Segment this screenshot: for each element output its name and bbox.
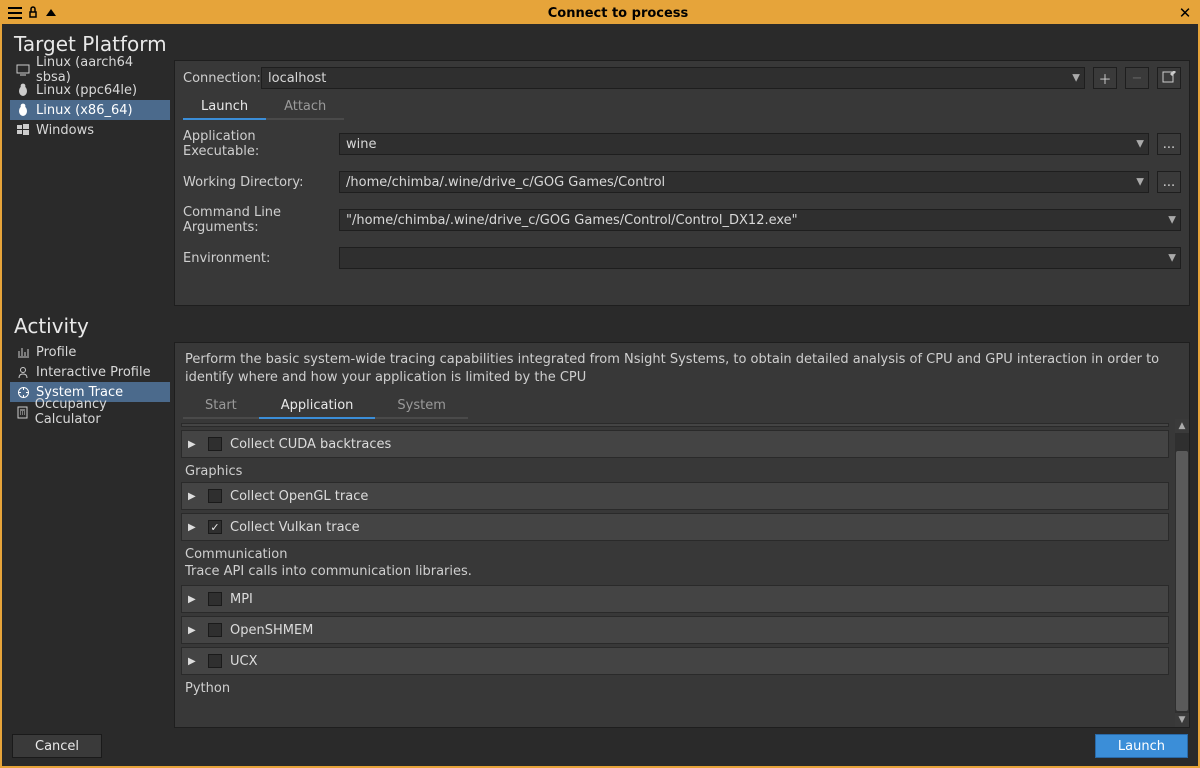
remove-connection-button[interactable]: −: [1125, 67, 1149, 89]
chevron-down-icon: ▼: [1072, 73, 1080, 84]
option-label: OpenSHMEM: [230, 623, 313, 638]
edit-connection-button[interactable]: [1157, 67, 1181, 89]
activity-heading: Activity: [14, 314, 1190, 338]
option-label: Collect Vulkan trace: [230, 520, 360, 535]
chevron-down-icon: ▼: [1136, 139, 1144, 150]
expand-icon[interactable]: ▶: [188, 656, 200, 667]
tab-application[interactable]: Application: [259, 394, 376, 419]
option-openshmem[interactable]: ▶ OpenSHMEM: [181, 616, 1169, 644]
clipped-row: [181, 423, 1169, 427]
target-platform-heading: Target Platform: [14, 32, 1190, 56]
activity-occupancy-calculator[interactable]: Occupancy Calculator: [10, 402, 170, 422]
option-mpi[interactable]: ▶ MPI: [181, 585, 1169, 613]
close-icon[interactable]: ✕: [1176, 4, 1194, 22]
platform-linux-aarch64[interactable]: Linux (aarch64 sbsa): [10, 60, 170, 80]
option-vulkan-trace[interactable]: ▶ Collect Vulkan trace: [181, 513, 1169, 541]
activity-label: Occupancy Calculator: [35, 397, 164, 427]
checkbox-mpi[interactable]: [208, 592, 222, 606]
activity-label: Interactive Profile: [36, 365, 151, 380]
platform-sidebar: Linux (aarch64 sbsa) Linux (ppc64le) Lin…: [10, 60, 170, 306]
category-graphics: Graphics: [185, 464, 1165, 479]
exec-label: Application Executable:: [183, 129, 331, 159]
target-icon: [16, 385, 30, 399]
activity-description: Perform the basic system-wide tracing ca…: [175, 343, 1189, 394]
scrollbar[interactable]: ▲ ▼: [1175, 419, 1189, 727]
connection-value: localhost: [268, 71, 326, 86]
expand-icon[interactable]: ▶: [188, 522, 200, 533]
platform-linux-x86-64[interactable]: Linux (x86_64): [10, 100, 170, 120]
option-label: MPI: [230, 592, 253, 607]
category-python: Python: [185, 681, 1165, 696]
chevron-down-icon: ▼: [1168, 215, 1176, 226]
expand-icon[interactable]: ▶: [188, 439, 200, 450]
pin-icon[interactable]: [24, 4, 42, 22]
platform-label: Linux (ppc64le): [36, 83, 137, 98]
scroll-thumb[interactable]: [1176, 451, 1188, 711]
option-opengl-trace[interactable]: ▶ Collect OpenGL trace: [181, 482, 1169, 510]
platform-label: Windows: [36, 123, 94, 138]
chart-icon: [16, 345, 30, 359]
checkbox-opengl[interactable]: [208, 489, 222, 503]
chevron-down-icon: ▼: [1136, 177, 1144, 188]
wd-label: Working Directory:: [183, 175, 331, 190]
penguin-icon: [16, 103, 30, 117]
checkbox-openshmem[interactable]: [208, 623, 222, 637]
activity-interactive-profile[interactable]: Interactive Profile: [10, 362, 170, 382]
windows-icon: [16, 123, 30, 137]
expand-icon[interactable]: ▶: [188, 625, 200, 636]
wd-input[interactable]: /home/chimba/.wine/drive_c/GOG Games/Con…: [339, 171, 1149, 193]
rollup-icon[interactable]: [42, 4, 60, 22]
option-label: Collect CUDA backtraces: [230, 437, 391, 452]
env-label: Environment:: [183, 251, 331, 266]
args-label: Command Line Arguments:: [183, 205, 331, 235]
browse-exec-button[interactable]: ...: [1157, 133, 1181, 155]
activity-profile[interactable]: Profile: [10, 342, 170, 362]
checkbox-ucx[interactable]: [208, 654, 222, 668]
env-input[interactable]: ▼: [339, 247, 1181, 269]
calculator-icon: [16, 405, 29, 419]
tab-attach[interactable]: Attach: [266, 95, 344, 120]
category-communication: Communication: [185, 547, 1165, 562]
platform-label: Linux (x86_64): [36, 103, 133, 118]
person-icon: [16, 365, 30, 379]
connection-combo[interactable]: localhost ▼: [261, 67, 1085, 89]
browse-wd-button[interactable]: ...: [1157, 171, 1181, 193]
titlebar: Connect to process ✕: [2, 2, 1198, 24]
menu-icon[interactable]: [6, 4, 24, 22]
connection-label: Connection:: [183, 71, 253, 86]
exec-input[interactable]: wine ▼: [339, 133, 1149, 155]
args-input[interactable]: "/home/chimba/.wine/drive_c/GOG Games/Co…: [339, 209, 1181, 231]
platform-label: Linux (aarch64 sbsa): [36, 55, 164, 85]
penguin-icon: [16, 83, 30, 97]
tab-start[interactable]: Start: [183, 394, 259, 419]
platform-windows[interactable]: Windows: [10, 120, 170, 140]
add-connection-button[interactable]: ＋: [1093, 67, 1117, 89]
scroll-down-icon[interactable]: ▼: [1175, 713, 1189, 727]
tab-launch[interactable]: Launch: [183, 95, 266, 120]
expand-icon[interactable]: ▶: [188, 594, 200, 605]
checkbox-cuda-backtraces[interactable]: [208, 437, 222, 451]
activity-sidebar: Profile Interactive Profile System Trace…: [10, 342, 170, 728]
option-ucx[interactable]: ▶ UCX: [181, 647, 1169, 675]
monitor-icon: [16, 63, 30, 77]
tab-system[interactable]: System: [375, 394, 467, 419]
cancel-button[interactable]: Cancel: [12, 734, 102, 758]
checkbox-vulkan[interactable]: [208, 520, 222, 534]
window-title: Connect to process: [60, 6, 1176, 21]
launch-button[interactable]: Launch: [1095, 734, 1188, 758]
activity-label: Profile: [36, 345, 76, 360]
expand-icon[interactable]: ▶: [188, 491, 200, 502]
option-label: Collect OpenGL trace: [230, 489, 368, 504]
option-cuda-backtraces[interactable]: ▶ Collect CUDA backtraces: [181, 430, 1169, 458]
category-communication-sub: Trace API calls into communication libra…: [185, 564, 1165, 579]
option-label: UCX: [230, 654, 258, 669]
chevron-down-icon: ▼: [1168, 253, 1176, 264]
scroll-up-icon[interactable]: ▲: [1175, 419, 1189, 433]
